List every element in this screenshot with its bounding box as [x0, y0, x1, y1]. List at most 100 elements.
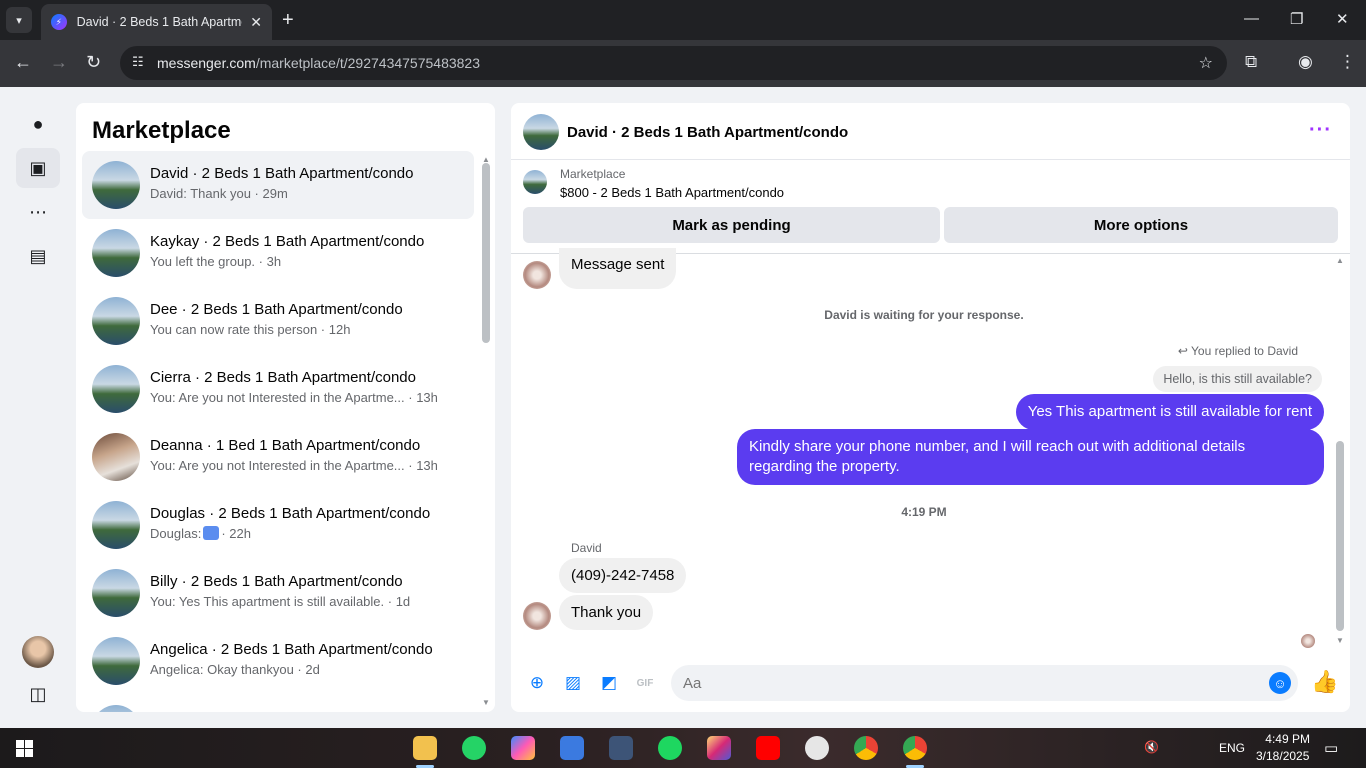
whatsapp-icon[interactable]: [462, 736, 486, 760]
reload-icon[interactable]: ↻: [86, 52, 101, 73]
clock-date[interactable]: 3/18/2025: [1256, 749, 1309, 763]
more-options-button[interactable]: More options: [944, 207, 1338, 243]
scrollbar[interactable]: [1336, 441, 1344, 631]
sender-name: David: [571, 541, 602, 555]
instagram-icon[interactable]: [707, 736, 731, 760]
avatar: [92, 297, 140, 345]
gif-icon[interactable]: GIF: [634, 672, 656, 694]
avatar: [92, 365, 140, 413]
windows-start-icon[interactable]: [16, 740, 33, 757]
list-item[interactable]: David · 2 Beds 1 Bath Apartment/condo Da…: [82, 151, 474, 219]
puzzle-icon[interactable]: ⧉: [1245, 52, 1257, 72]
chat-bubble-icon[interactable]: ●: [16, 104, 60, 144]
message-bubble[interactable]: Thank you: [559, 595, 654, 630]
chrome-icon[interactable]: [854, 736, 878, 760]
file-explorer-icon[interactable]: [413, 736, 437, 760]
chat-title[interactable]: David · 2 Beds 1 Bath Apartment/condo: [567, 124, 848, 141]
plus-circle-icon[interactable]: ⊕: [526, 672, 548, 694]
scroll-down-arrow[interactable]: ▼: [482, 698, 490, 707]
sticker-icon[interactable]: ◩: [598, 672, 620, 694]
store-icon[interactable]: [560, 736, 584, 760]
clock-time[interactable]: 4:49 PM: [1260, 732, 1310, 746]
omnibox[interactable]: ☷ messenger.com/marketplace/t/2927434757…: [120, 46, 1227, 80]
avatar: [523, 602, 551, 630]
youtube-icon[interactable]: [756, 736, 780, 760]
more-icon[interactable]: ···: [1309, 119, 1332, 142]
restore-icon[interactable]: ❐: [1290, 10, 1303, 28]
image-icon[interactable]: ▨: [562, 672, 584, 694]
forward-arrow-icon[interactable]: →: [50, 52, 68, 73]
conversation-name: Billy · 2 Beds 1 Bath Apartment/condo: [150, 573, 403, 590]
archive-icon[interactable]: ▤: [16, 236, 60, 276]
list-item[interactable]: [82, 695, 474, 712]
close-icon[interactable]: ✕: [1336, 10, 1349, 28]
mark-pending-button[interactable]: Mark as pending: [523, 207, 940, 243]
speaker-icon[interactable]: 🔇: [1144, 740, 1159, 754]
list-item[interactable]: Kaykay · 2 Beds 1 Bath Apartment/condo Y…: [82, 219, 474, 287]
conversation-preview: You left the group. · 3h: [150, 254, 282, 269]
list-item[interactable]: Cierra · 2 Beds 1 Bath Apartment/condo Y…: [82, 355, 474, 423]
back-arrow-icon[interactable]: ←: [14, 52, 32, 73]
emoji-icon[interactable]: ☺: [1269, 672, 1291, 694]
list-item[interactable]: Dee · 2 Beds 1 Bath Apartment/condo You …: [82, 287, 474, 355]
messenger-icon: ⚡: [51, 14, 67, 30]
notification-icon[interactable]: ▭: [1324, 739, 1338, 757]
reply-label: ↩ You replied to David: [1177, 344, 1298, 358]
list-item[interactable]: Billy · 2 Beds 1 Bath Apartment/condo Yo…: [82, 559, 474, 627]
conversation-name: Angelica · 2 Beds 1 Bath Apartment/condo: [150, 641, 433, 658]
thumbs-up-icon: [203, 526, 220, 540]
language-indicator[interactable]: ENG: [1219, 741, 1245, 755]
message-input[interactable]: [671, 665, 1298, 701]
listing-banner: Marketplace $800 - 2 Beds 1 Bath Apartme…: [511, 160, 1350, 254]
listing-thumbnail[interactable]: [523, 170, 547, 194]
message-bubble[interactable]: Message sent: [559, 248, 677, 289]
avatar[interactable]: [22, 636, 54, 668]
message-bubble[interactable]: Yes This apartment is still available fo…: [1015, 394, 1324, 430]
address-bar-row: ← → ↻ ☷ messenger.com/marketplace/t/2927…: [0, 40, 1366, 87]
sidebar-toggle-icon[interactable]: ◫: [16, 674, 60, 714]
conversation-preview: David: Thank you · 29m: [150, 186, 288, 201]
store-icon[interactable]: ▣: [16, 148, 60, 188]
message-bubble[interactable]: Kindly share your phone number, and I wi…: [737, 429, 1324, 485]
kebab-icon[interactable]: ⋮: [1339, 52, 1356, 72]
conversation-preview: You: Yes This apartment is still availab…: [150, 594, 411, 609]
avatar[interactable]: [523, 114, 559, 150]
conversation-name: Douglas · 2 Beds 1 Bath Apartment/condo: [150, 505, 431, 522]
avatar: [92, 705, 140, 712]
scrollbar[interactable]: [482, 163, 490, 343]
browser-tab[interactable]: ⚡ David · 2 Beds 1 Bath Apartment ✕: [41, 4, 272, 40]
scroll-down-arrow[interactable]: ▼: [1336, 636, 1344, 645]
list-item[interactable]: Angelica · 2 Beds 1 Bath Apartment/condo…: [82, 627, 474, 695]
copilot-icon[interactable]: [511, 736, 535, 760]
list-item[interactable]: Douglas · 2 Beds 1 Bath Apartment/condo …: [82, 491, 474, 559]
parachute-icon[interactable]: [805, 736, 829, 760]
chrome-profile-icon[interactable]: [903, 736, 927, 760]
chevron-down-icon[interactable]: ▾: [6, 7, 32, 33]
avatar: [92, 569, 140, 617]
taskbar: 🔇 ENG 4:49 PM 3/18/2025 ▭: [0, 728, 1366, 768]
spotify-icon[interactable]: [658, 736, 682, 760]
conversation-panel: David · 2 Beds 1 Bath Apartment/condo ··…: [511, 103, 1350, 712]
avatar: [92, 161, 140, 209]
plus-icon[interactable]: +: [282, 9, 294, 32]
list-item[interactable]: Deanna · 1 Bed 1 Bath Apartment/condo Yo…: [82, 423, 474, 491]
scroll-up-arrow[interactable]: ▲: [1336, 256, 1344, 265]
url-text[interactable]: messenger.com/marketplace/t/292743475754…: [157, 55, 480, 71]
minimize-icon[interactable]: —: [1244, 10, 1259, 27]
conversation-preview: You: Are you not Interested in the Apart…: [150, 390, 438, 405]
conversation-preview: Angelica: Okay thankyou · 2d: [150, 662, 320, 677]
star-icon[interactable]: ☆: [1199, 53, 1213, 73]
url-host: messenger.com: [157, 55, 256, 71]
site-info-icon[interactable]: ☷: [132, 54, 144, 70]
photoshop-icon[interactable]: [609, 736, 633, 760]
profile-icon[interactable]: ◉: [1298, 52, 1313, 72]
avatar: [92, 501, 140, 549]
conversation-preview: You: Are you not Interested in the Apart…: [150, 458, 438, 473]
close-icon[interactable]: ✕: [250, 14, 262, 31]
listing-label: Marketplace: [560, 167, 626, 181]
message-bubble[interactable]: (409)-242-7458: [559, 558, 687, 593]
thumbs-up-icon[interactable]: 👍: [1311, 669, 1338, 695]
listing-price[interactable]: $800 - 2 Beds 1 Bath Apartment/condo: [560, 185, 784, 200]
quoted-message[interactable]: Hello, is this still available?: [1153, 366, 1322, 392]
message-dots-icon[interactable]: ⋯: [16, 192, 60, 232]
